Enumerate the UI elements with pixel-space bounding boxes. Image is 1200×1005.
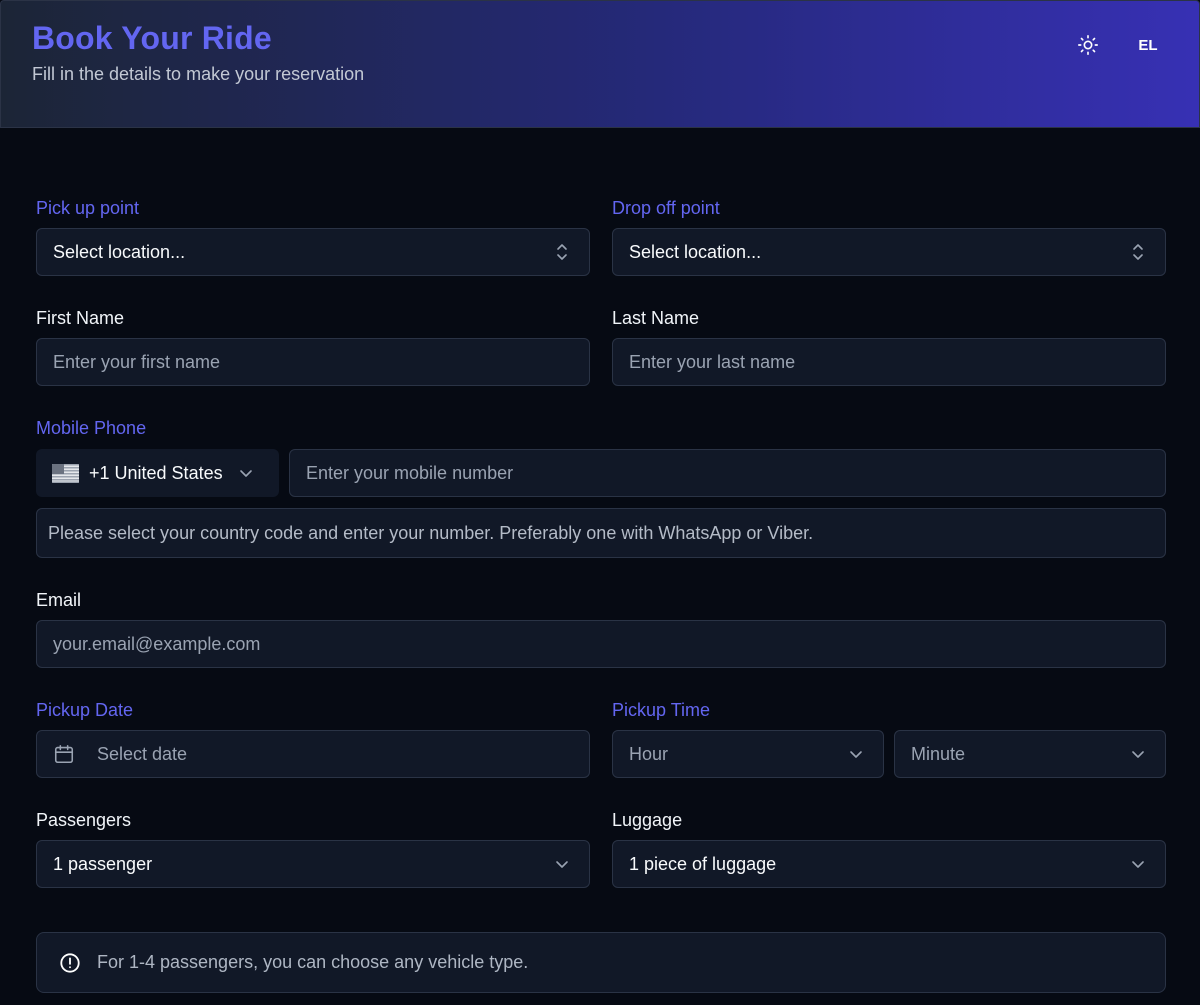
first-name-label: First Name: [36, 308, 125, 328]
theme-toggle-button[interactable]: [1069, 26, 1107, 64]
country-code-select[interactable]: +1 United States: [36, 449, 279, 497]
email-placeholder: your.email@example.com: [53, 633, 261, 654]
chevron-down-icon: [1131, 857, 1145, 871]
pickup-hour-placeholder: Hour: [629, 743, 669, 764]
pickup-minute-select[interactable]: Minute: [894, 730, 1166, 778]
chevrons-up-down-icon: [555, 244, 569, 260]
last-name-label: Last Name: [612, 308, 700, 328]
pickup-time-label: Pickup Time: [612, 700, 711, 720]
sun-icon: [1078, 35, 1098, 55]
chevron-down-icon: [849, 747, 863, 761]
info-circle-icon: [59, 952, 81, 974]
luggage-value: 1 piece of luggage: [629, 853, 777, 874]
dropoff-point-label: Drop off point: [612, 198, 720, 218]
email-input[interactable]: your.email@example.com: [36, 620, 1166, 668]
passengers-label: Passengers: [36, 810, 132, 830]
chevron-down-icon: [555, 857, 569, 871]
pickup-minute-placeholder: Minute: [911, 743, 966, 764]
vehicle-notice-text: For 1-4 passengers, you can choose any v…: [97, 952, 529, 972]
last-name-placeholder: Enter your last name: [629, 351, 796, 372]
luggage-select[interactable]: 1 piece of luggage: [612, 840, 1166, 888]
mobile-phone-label: Mobile Phone: [36, 418, 147, 438]
chevrons-up-down-icon: [1131, 244, 1145, 260]
page-title: Book Your Ride: [32, 20, 272, 56]
phone-hint: Please select your country code and ente…: [36, 508, 1166, 558]
first-name-input[interactable]: Enter your first name: [36, 338, 590, 386]
mobile-number-placeholder: Enter your mobile number: [306, 462, 514, 483]
pickup-date-picker[interactable]: Select date: [36, 730, 590, 778]
pickup-date-label: Pickup Date: [36, 700, 134, 720]
dropoff-point-select[interactable]: Select location...: [612, 228, 1166, 276]
passengers-value: 1 passenger: [53, 853, 153, 874]
pickup-date-placeholder: Select date: [97, 743, 188, 764]
email-label: Email: [36, 590, 82, 610]
pickup-hour-select[interactable]: Hour: [612, 730, 884, 778]
luggage-label: Luggage: [612, 810, 683, 830]
us-flag-icon: [52, 463, 79, 483]
chevron-down-icon: [239, 470, 252, 477]
last-name-input[interactable]: Enter your last name: [612, 338, 1166, 386]
chevron-down-icon: [1131, 747, 1145, 761]
dropoff-point-placeholder: Select location...: [629, 241, 762, 262]
passengers-select[interactable]: 1 passenger: [36, 840, 590, 888]
mobile-number-input[interactable]: Enter your mobile number: [289, 449, 1166, 497]
page-subtitle: Fill in the details to make your reserva…: [32, 64, 365, 84]
pickup-point-placeholder: Select location...: [53, 241, 186, 262]
language-switch-button[interactable]: EL: [1127, 26, 1169, 64]
country-code-value: +1 United States: [89, 462, 223, 483]
phone-hint-text: Please select your country code and ente…: [48, 522, 814, 543]
pickup-point-label: Pick up point: [36, 198, 140, 218]
pickup-point-select[interactable]: Select location...: [36, 228, 590, 276]
calendar-icon: [54, 744, 74, 764]
vehicle-notice: For 1-4 passengers, you can choose any v…: [36, 932, 1166, 993]
page-header: Book Your Ride Fill in the details to ma…: [0, 0, 1200, 128]
first-name-placeholder: Enter your first name: [53, 351, 221, 372]
